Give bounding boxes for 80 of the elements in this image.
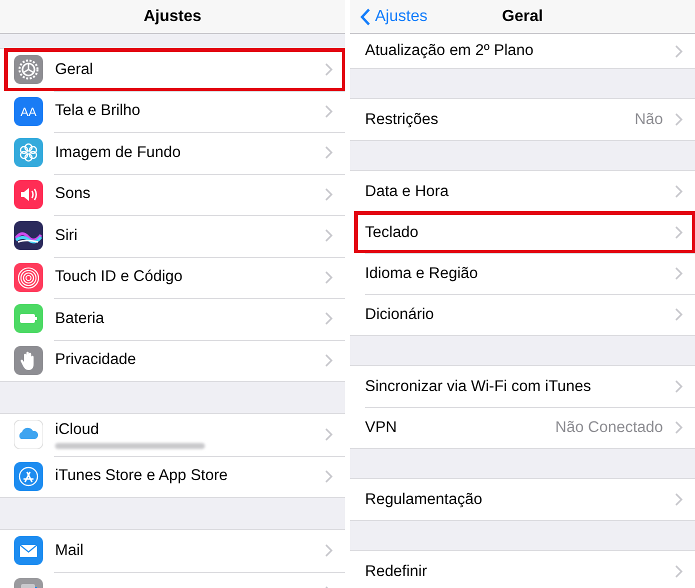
row-label: Sincronizar via Wi-Fi com iTunes: [365, 378, 592, 396]
row-label: Teclado: [365, 224, 420, 242]
row-value: Não: [634, 110, 663, 128]
chevron-icon: [675, 44, 683, 58]
row-label: Regulamentação: [365, 490, 484, 508]
chevron-icon: [675, 308, 683, 321]
settings-row[interactable]: Redefinir: [350, 551, 695, 588]
chevron-icon: [325, 270, 333, 284]
settings-row[interactable]: Idioma e Região: [350, 253, 695, 294]
chevron-icon: [325, 470, 333, 483]
settings-row[interactable]: Touch ID e Código: [0, 256, 345, 298]
settings-row[interactable]: Sons: [0, 174, 345, 215]
settings-row[interactable]: Sincronizar via Wi-Fi com iTunes: [350, 366, 695, 407]
settings-row[interactable]: iCloud: [0, 414, 345, 456]
row-label: Touch ID e Código: [55, 268, 184, 286]
siri-icon: [14, 221, 43, 250]
settings-row[interactable]: VPN Não Conectado: [350, 407, 695, 448]
chevron-icon: [325, 544, 333, 558]
row-label: Mail: [55, 542, 84, 560]
chevron-icon: [675, 267, 683, 280]
chevron-icon: [675, 226, 683, 239]
chevron-icon: [675, 493, 683, 506]
settings-row[interactable]: iTunes Store e App Store: [0, 456, 345, 497]
chevron-icon: [325, 104, 333, 118]
row-label: Idioma e Região: [365, 264, 479, 282]
fingerprint-icon: [14, 262, 43, 292]
chevron-icon: [675, 421, 683, 434]
cloud-icon: [14, 420, 43, 450]
chevron-icon: [325, 63, 333, 76]
gear-icon: [14, 55, 43, 84]
settings-row[interactable]: AA Tela e Brilho: [0, 90, 345, 132]
row-label: Siri: [55, 226, 78, 245]
settings-row[interactable]: Bateria: [0, 298, 345, 340]
chevron-icon: [675, 565, 683, 578]
chevron-icon: [325, 312, 333, 326]
settings-row[interactable]: Data e Hora: [350, 171, 695, 212]
battery-icon: [14, 304, 43, 334]
row-label: iCloud: [55, 420, 100, 439]
envelope-icon: [14, 536, 43, 566]
chevron-icon: [325, 188, 333, 201]
app-store-icon: [14, 462, 43, 491]
row-label: Atualização em 2º Plano: [365, 42, 535, 60]
chevron-icon: [325, 354, 333, 367]
chevron-icon: [675, 380, 683, 393]
row-label: Tela e Brilho: [55, 102, 142, 120]
settings-row[interactable]: Atualização em 2º Plano: [350, 34, 695, 68]
settings-row[interactable]: Imagem de Fundo: [0, 132, 345, 174]
settings-row[interactable]: Teclado: [350, 212, 695, 253]
chevron-icon: [325, 146, 333, 160]
chevron-icon: [675, 185, 683, 198]
settings-row[interactable]: Dicionário: [350, 294, 695, 335]
nav-title: Geral: [502, 8, 543, 26]
back-button[interactable]: Ajustes: [350, 6, 434, 26]
settings-row[interactable]: Privacidade: [0, 340, 345, 381]
settings-row[interactable]: Siri: [0, 215, 345, 256]
row-label: Imagem de Fundo: [55, 144, 182, 162]
row-label: VPN: [365, 418, 398, 436]
chevron-icon: [675, 113, 683, 126]
row-label: Dicionário: [365, 306, 435, 324]
hand-icon: [14, 346, 43, 375]
row-label: Privacidade: [55, 351, 137, 370]
row-label: Restrições: [365, 110, 440, 128]
text-size-icon: AA: [14, 96, 43, 126]
settings-row[interactable]: Geral: [0, 49, 345, 90]
row-label: Bateria: [55, 310, 106, 328]
row-label: iTunes Store e App Store: [55, 467, 229, 486]
flower-icon: [14, 138, 43, 168]
row-label: Data e Hora: [365, 182, 450, 200]
settings-row[interactable]: Restrições Não: [350, 99, 695, 140]
speaker-icon: [14, 180, 43, 209]
row-label: Redefinir: [365, 562, 428, 580]
back-chevron-icon: [360, 8, 371, 26]
chevron-icon: [325, 229, 333, 242]
row-value: Não Conectado: [555, 418, 663, 436]
settings-row[interactable]: Mail: [0, 530, 345, 572]
row-label: Sons: [55, 185, 92, 204]
row-label: Geral: [55, 60, 94, 79]
chevron-icon: [325, 428, 333, 442]
settings-row[interactable]: Regulamentação: [350, 479, 695, 520]
nav-title: Ajustes: [144, 8, 202, 26]
